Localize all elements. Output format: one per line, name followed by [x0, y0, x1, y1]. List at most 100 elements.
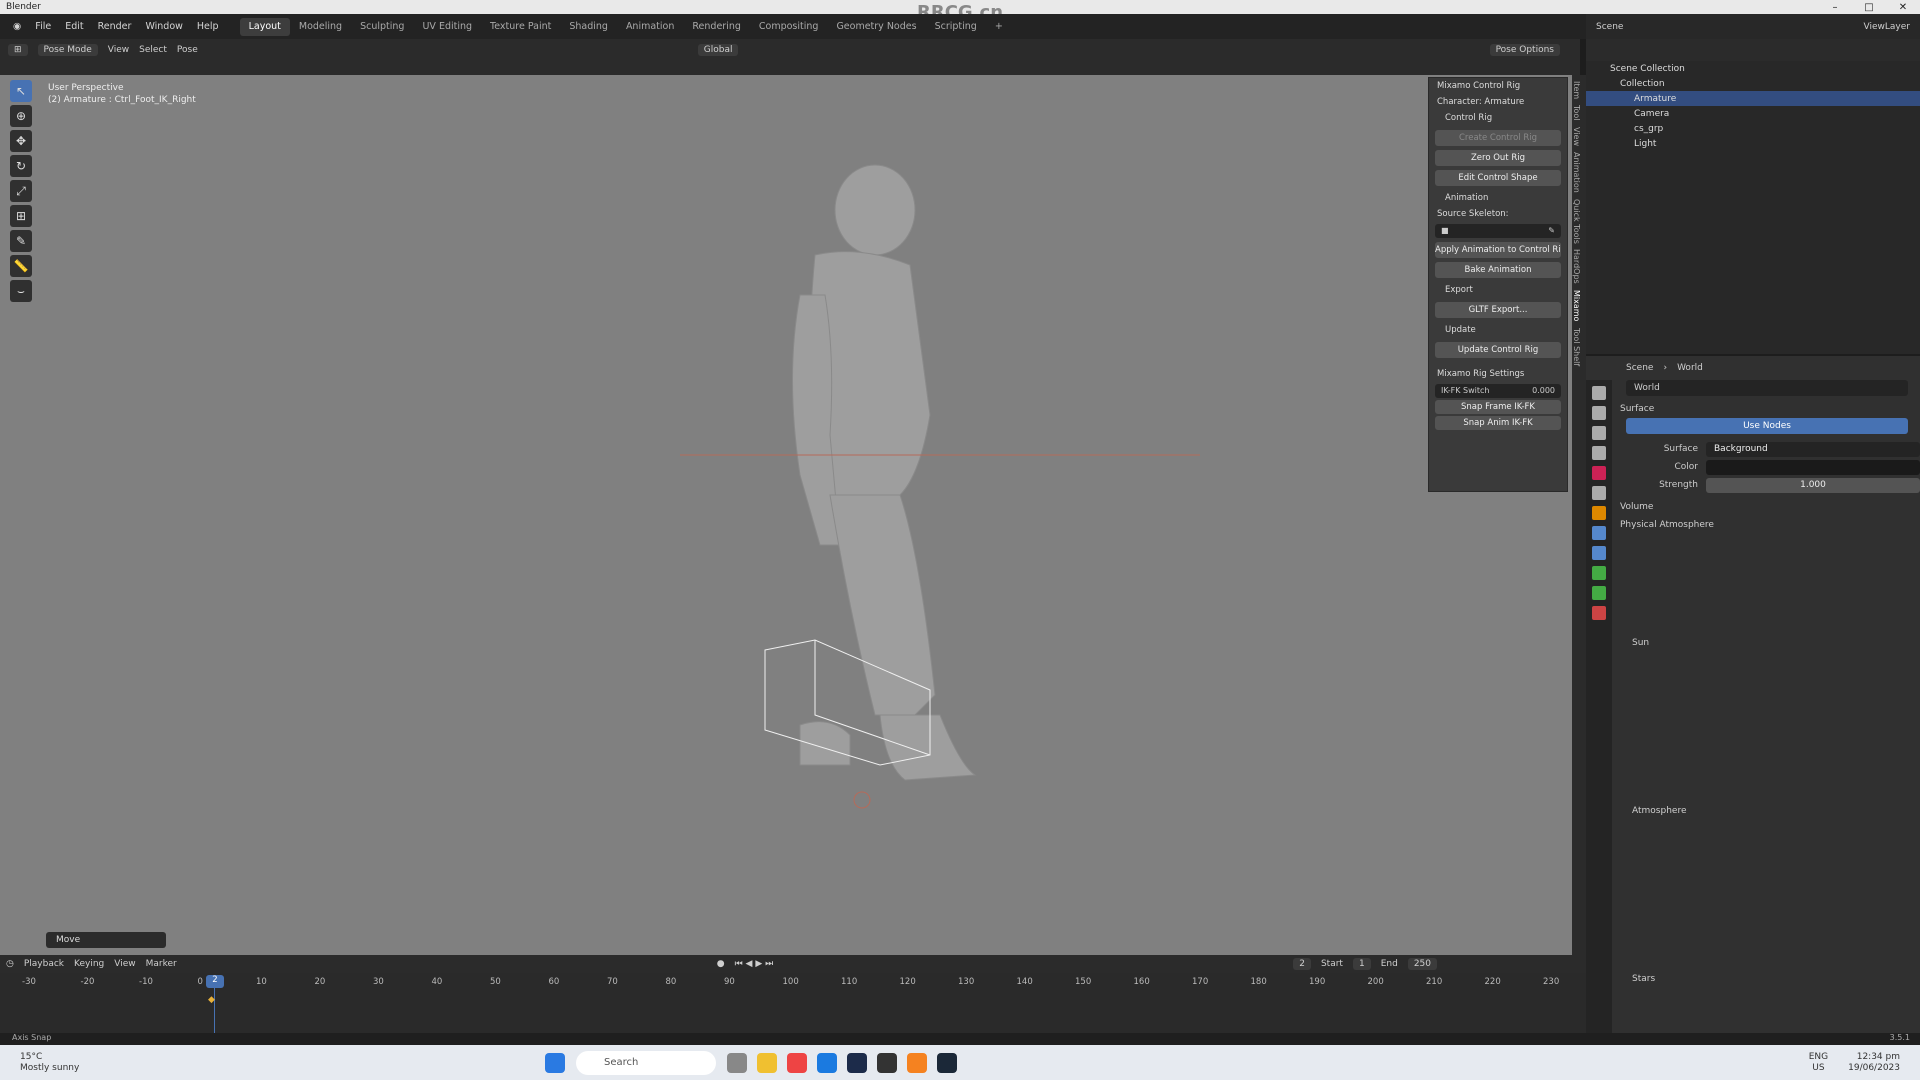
- menu-file[interactable]: File: [28, 21, 58, 32]
- tab-modeling[interactable]: Modeling: [290, 18, 351, 36]
- tab-quick-tools[interactable]: Quick Tools: [1572, 199, 1581, 244]
- menu-keying[interactable]: Keying: [74, 959, 104, 969]
- start-icon[interactable]: [545, 1052, 565, 1073]
- menu-help[interactable]: Help: [190, 21, 226, 32]
- snap-anim-button[interactable]: Snap Anim IK-FK: [1435, 416, 1561, 430]
- surface-section[interactable]: Surface: [1586, 396, 1920, 418]
- menu-pose[interactable]: Pose: [177, 45, 198, 55]
- tab-sculpting[interactable]: Sculpting: [351, 18, 413, 36]
- animation-section[interactable]: Animation: [1429, 190, 1567, 206]
- rig-settings-section[interactable]: Mixamo Rig Settings: [1429, 366, 1567, 382]
- menu-marker[interactable]: Marker: [146, 959, 177, 969]
- ik-fk-switch-slider[interactable]: IK-FK Switch 0.000: [1435, 384, 1561, 398]
- update-control-rig-button[interactable]: Update Control Rig: [1435, 342, 1561, 358]
- photoshop-icon[interactable]: [847, 1052, 867, 1073]
- volume-section[interactable]: Volume: [1586, 494, 1920, 516]
- steam-icon[interactable]: [937, 1052, 957, 1073]
- end-frame-field[interactable]: 250: [1407, 958, 1437, 970]
- tab-tool[interactable]: Tool: [1572, 105, 1581, 121]
- taskbar-search[interactable]: Search: [576, 1050, 716, 1075]
- menu-playback[interactable]: Playback: [24, 959, 64, 969]
- scene-selector[interactable]: Scene: [1596, 22, 1623, 32]
- tab-layout[interactable]: Layout: [239, 17, 290, 36]
- bone-properties-icon[interactable]: [1592, 586, 1606, 600]
- tab-texture-paint[interactable]: Texture Paint: [481, 18, 560, 36]
- blender-logo-icon[interactable]: ◉: [6, 21, 28, 32]
- menu-view[interactable]: View: [108, 45, 129, 55]
- tab-item[interactable]: Item: [1572, 81, 1581, 99]
- data-properties-icon[interactable]: [1592, 566, 1606, 580]
- scale-tool-icon[interactable]: ⤢: [10, 180, 32, 202]
- menu-edit[interactable]: Edit: [58, 21, 90, 32]
- app-icon[interactable]: [877, 1052, 897, 1073]
- mode-dropdown[interactable]: Pose Mode: [37, 44, 98, 56]
- menu-render[interactable]: Render: [91, 21, 139, 32]
- edge-icon[interactable]: [817, 1052, 837, 1073]
- tab-view[interactable]: View: [1572, 127, 1581, 146]
- tab-rendering[interactable]: Rendering: [683, 18, 750, 36]
- gltf-export-button[interactable]: GLTF Export...: [1435, 302, 1561, 318]
- bake-animation-button[interactable]: Bake Animation: [1435, 262, 1561, 278]
- outliner-row-scene-collection[interactable]: Scene Collection: [1586, 61, 1920, 76]
- orientation-dropdown[interactable]: Global: [697, 44, 739, 56]
- rotate-tool-icon[interactable]: ↻: [10, 155, 32, 177]
- color-swatch[interactable]: [1706, 459, 1920, 475]
- chrome-icon[interactable]: [787, 1052, 807, 1073]
- surface-shader-field[interactable]: Background: [1706, 441, 1920, 457]
- outliner-row-cs-grp[interactable]: cs_grp: [1586, 121, 1920, 136]
- tab-hardops[interactable]: HardOps: [1572, 249, 1581, 284]
- tab-uv-editing[interactable]: UV Editing: [413, 18, 481, 36]
- tab-shading[interactable]: Shading: [560, 18, 617, 36]
- outliner-row-armature[interactable]: Armature: [1586, 91, 1920, 106]
- last-operator-panel[interactable]: Move: [46, 932, 166, 948]
- select-tool-icon[interactable]: ↖: [10, 80, 32, 102]
- tab-animation[interactable]: Animation: [617, 18, 683, 36]
- start-frame-field[interactable]: 1: [1352, 958, 1371, 970]
- use-nodes-button[interactable]: Use Nodes: [1626, 418, 1908, 434]
- world-properties-icon[interactable]: [1592, 466, 1606, 480]
- cursor-tool-icon[interactable]: ⊕: [10, 105, 32, 127]
- view-layer-icon[interactable]: [1592, 446, 1606, 460]
- task-view-icon[interactable]: [727, 1052, 747, 1073]
- modifier-properties-icon[interactable]: [1592, 526, 1606, 540]
- measure-tool-icon[interactable]: 📏: [10, 255, 32, 277]
- breadcrumb-world[interactable]: World: [1677, 363, 1703, 373]
- snap-frame-button[interactable]: Snap Frame IK-FK: [1435, 400, 1561, 414]
- outliner-row-camera[interactable]: Camera: [1586, 106, 1920, 121]
- 3d-viewport[interactable]: [0, 75, 1572, 955]
- playback-controls[interactable]: ⏮ ◀ ▶ ⏭: [735, 959, 774, 969]
- outliner-row-light[interactable]: Light: [1586, 136, 1920, 151]
- pose-options-dropdown[interactable]: Pose Options: [1489, 44, 1560, 56]
- breadcrumb-scene[interactable]: Scene: [1626, 363, 1653, 373]
- physical-atmosphere-section[interactable]: Physical Atmosphere: [1586, 516, 1920, 534]
- menu-timeline-view[interactable]: View: [114, 959, 135, 969]
- editor-type-icon[interactable]: ⊞: [8, 44, 28, 56]
- blender-taskbar-icon[interactable]: [907, 1052, 927, 1073]
- sun-section[interactable]: Sun: [1586, 634, 1920, 652]
- control-rig-section[interactable]: Control Rig: [1429, 110, 1567, 126]
- keyframe-icon[interactable]: ◆: [208, 995, 215, 1005]
- tab-geometry-nodes[interactable]: Geometry Nodes: [827, 18, 925, 36]
- move-tool-icon[interactable]: ✥: [10, 130, 32, 152]
- transform-tool-icon[interactable]: ⊞: [10, 205, 32, 227]
- physics-properties-icon[interactable]: [1592, 546, 1606, 560]
- collection-properties-icon[interactable]: [1592, 486, 1606, 500]
- render-properties-icon[interactable]: [1592, 406, 1606, 420]
- current-frame-field[interactable]: 2: [1293, 958, 1311, 970]
- tool-properties-icon[interactable]: [1592, 386, 1606, 400]
- create-control-rig-button[interactable]: Create Control Rig: [1435, 130, 1561, 146]
- tab-mixamo[interactable]: Mixamo: [1572, 290, 1581, 321]
- strength-field[interactable]: 1.000: [1706, 477, 1920, 493]
- texture-properties-icon[interactable]: [1592, 606, 1606, 620]
- language-indicator[interactable]: ENG US: [1809, 1052, 1828, 1074]
- object-properties-icon[interactable]: [1592, 506, 1606, 520]
- record-icon[interactable]: ●: [717, 959, 725, 969]
- update-section[interactable]: Update: [1429, 322, 1567, 338]
- tab-animation-side[interactable]: Animation: [1572, 152, 1581, 193]
- menu-select[interactable]: Select: [139, 45, 167, 55]
- tab-scripting[interactable]: Scripting: [926, 18, 986, 36]
- tab-compositing[interactable]: Compositing: [750, 18, 828, 36]
- stars-section[interactable]: Stars: [1586, 970, 1920, 988]
- export-section[interactable]: Export: [1429, 282, 1567, 298]
- weather-widget[interactable]: 15°C Mostly sunny: [0, 1052, 120, 1074]
